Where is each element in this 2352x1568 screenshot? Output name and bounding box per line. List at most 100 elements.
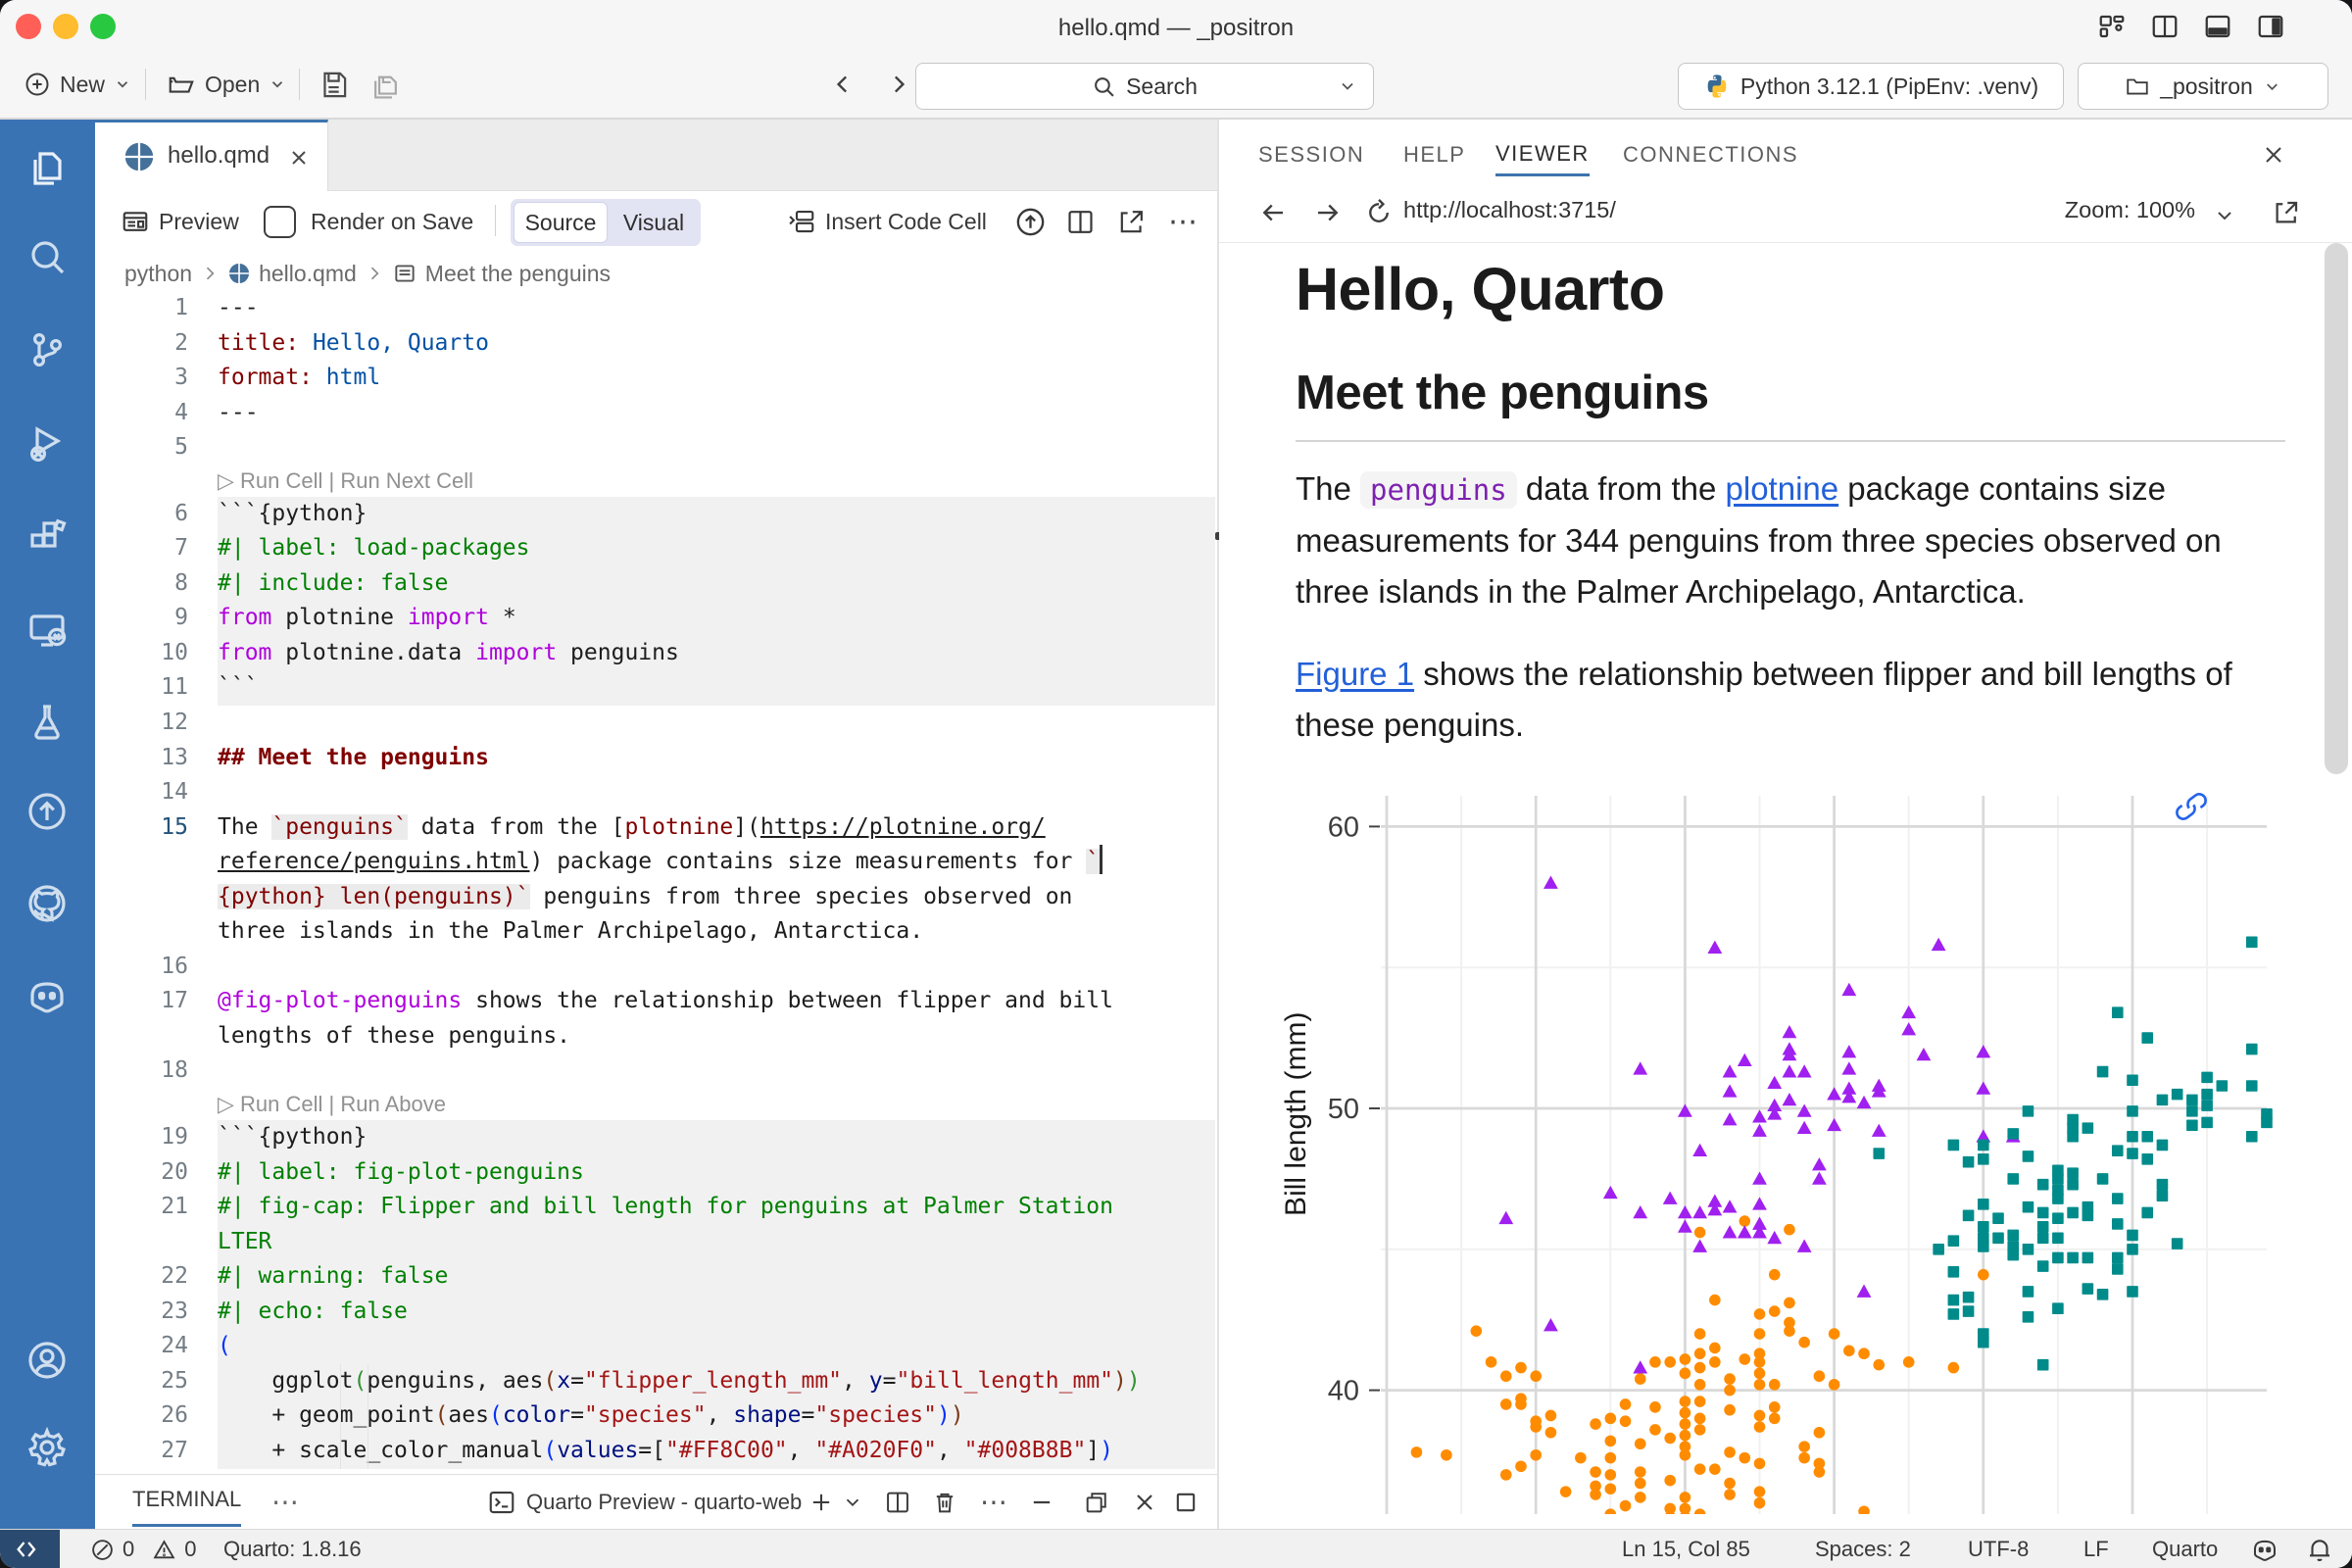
- point: [1530, 1449, 1542, 1461]
- quarto-version-status[interactable]: Quarto: 1.8.16: [223, 1530, 362, 1568]
- point: [1649, 1356, 1661, 1368]
- zoom-chevron-icon[interactable]: [2213, 204, 2236, 227]
- cell-run-decoration[interactable]: ▷ Run Cell | Run Next Cell: [95, 466, 1217, 497]
- open-button[interactable]: Open: [167, 59, 286, 110]
- notifications-bell-icon[interactable]: [2305, 1530, 2334, 1568]
- problems-status[interactable]: 0 0: [90, 1530, 197, 1568]
- extensions-icon[interactable]: [24, 514, 71, 561]
- point: [2112, 1145, 2124, 1156]
- testing-icon[interactable]: [24, 698, 71, 745]
- insert-code-cell-button[interactable]: Insert Code Cell: [787, 197, 987, 246]
- kill-terminal-icon[interactable]: [931, 1475, 958, 1529]
- point: [1678, 1219, 1692, 1232]
- terminal-session[interactable]: Quarto Preview - quarto-web: [487, 1475, 802, 1529]
- terminal-icon: [487, 1488, 516, 1517]
- terminal-more-actions-icon[interactable]: ⋯: [980, 1475, 1007, 1529]
- viewer-navigation-bar: http://localhost:3715/ Zoom: 100%: [1219, 182, 2352, 243]
- remote-indicator[interactable]: [0, 1530, 60, 1568]
- github-icon[interactable]: [24, 880, 71, 927]
- split-editor-icon[interactable]: [1065, 197, 1096, 246]
- viewer-back-icon[interactable]: [1258, 198, 1288, 227]
- viewer-zoom-label[interactable]: Zoom: 100%: [2065, 197, 2195, 223]
- save-icon[interactable]: [318, 59, 349, 110]
- cell-run-decoration[interactable]: ▷ Run Cell | Run Above: [95, 1089, 1217, 1120]
- point: [1903, 1356, 1915, 1368]
- viewer-scrollbar[interactable]: [2325, 243, 2348, 774]
- customize-layout-icon[interactable]: [2097, 12, 2127, 41]
- interpreter-selector-button[interactable]: Python 3.12.1 (PipEnv: .venv): [1678, 63, 2064, 110]
- run-debug-icon[interactable]: [24, 419, 71, 466]
- account-icon[interactable]: [24, 1337, 71, 1384]
- code-line: 2title: Hello, Quarto: [95, 326, 1217, 362]
- open-in-browser-icon[interactable]: [2272, 198, 2301, 227]
- point: [2246, 1131, 2258, 1143]
- navigate-back-icon[interactable]: [831, 59, 857, 110]
- toggle-panel-icon[interactable]: [2203, 12, 2232, 41]
- search-icon[interactable]: [24, 233, 71, 280]
- open-in-new-window-icon[interactable]: [1116, 197, 1147, 246]
- preview-button[interactable]: Preview: [121, 197, 239, 246]
- encoding-status[interactable]: UTF-8: [1968, 1530, 2029, 1568]
- point: [1605, 1436, 1617, 1447]
- minimize-panel-icon[interactable]: [1028, 1475, 1055, 1529]
- render-on-save-checkbox[interactable]: Render on Save: [264, 197, 473, 246]
- maximize-panel-icon[interactable]: [1172, 1475, 1200, 1529]
- global-search-box[interactable]: Search: [915, 63, 1374, 110]
- inline-code: penguins: [1360, 471, 1517, 509]
- viewer-reload-icon[interactable]: [1364, 198, 1394, 227]
- terminal-tab[interactable]: TERMINAL: [132, 1475, 241, 1527]
- editor-more-actions-icon[interactable]: ⋯: [1168, 197, 1199, 246]
- visual-mode-button[interactable]: Visual: [611, 202, 697, 243]
- explorer-icon[interactable]: [24, 143, 71, 190]
- python-logo-icon: [1703, 73, 1731, 100]
- terminal-more-tabs-icon[interactable]: ⋯: [271, 1475, 299, 1529]
- restore-panel-icon[interactable]: [1083, 1475, 1110, 1529]
- breadcrumb-file[interactable]: hello.qmd: [259, 261, 357, 287]
- viewer-forward-icon[interactable]: [1313, 198, 1343, 227]
- split-terminal-icon[interactable]: [884, 1475, 911, 1529]
- run-document-icon[interactable]: [1014, 197, 1047, 246]
- point: [2052, 1173, 2064, 1185]
- navigate-forward-icon[interactable]: [885, 59, 910, 110]
- source-control-icon[interactable]: [24, 326, 71, 373]
- tab-session[interactable]: SESSION: [1258, 133, 1364, 176]
- split-editor-icon[interactable]: [2150, 12, 2180, 41]
- point: [1590, 1418, 1601, 1430]
- point: [2172, 1089, 2183, 1101]
- publish-icon[interactable]: [24, 788, 71, 835]
- remote-explorer-icon[interactable]: [24, 607, 71, 654]
- settings-icon[interactable]: [24, 1424, 71, 1471]
- tab-hello-qmd[interactable]: hello.qmd: [95, 120, 328, 191]
- doc-link[interactable]: plotnine: [1726, 470, 1839, 507]
- code-line: lengths of these penguins.: [95, 1019, 1217, 1054]
- workspace-selector-button[interactable]: _positron: [2078, 63, 2328, 110]
- terminal-dropdown-chevron-icon[interactable]: [842, 1475, 863, 1529]
- breadcrumb-folder[interactable]: python: [124, 261, 192, 287]
- close-panel-icon[interactable]: [1131, 1475, 1158, 1529]
- point: [1858, 1505, 1870, 1514]
- save-all-icon[interactable]: [370, 59, 401, 110]
- code-line: 27 + scale_color_manual(values=["#FF8C00…: [95, 1434, 1217, 1469]
- source-mode-button[interactable]: Source: [514, 202, 608, 243]
- new-button[interactable]: New: [24, 59, 131, 110]
- code-editor[interactable]: 1---2title: Hello, Quarto3format: html4-…: [95, 291, 1217, 1474]
- point: [1649, 1424, 1661, 1436]
- cursor-position-status[interactable]: Ln 15, Col 85: [1622, 1530, 1750, 1568]
- copilot-status-icon[interactable]: [2250, 1530, 2279, 1568]
- code-line: 5: [95, 430, 1217, 466]
- close-panel-icon[interactable]: [2260, 141, 2287, 169]
- language-mode-status[interactable]: Quarto: [2152, 1530, 2218, 1568]
- copilot-icon[interactable]: [24, 972, 71, 1019]
- toggle-secondary-sidebar-icon[interactable]: [2256, 12, 2285, 41]
- close-tab-icon[interactable]: [287, 146, 311, 170]
- point: [1723, 1200, 1738, 1212]
- viewer-url[interactable]: http://localhost:3715/: [1403, 197, 1616, 223]
- tab-help[interactable]: HELP: [1403, 133, 1465, 176]
- tab-viewer[interactable]: VIEWER: [1495, 133, 1590, 176]
- new-terminal-icon[interactable]: [808, 1475, 835, 1529]
- tab-connections[interactable]: CONNECTIONS: [1623, 133, 1798, 176]
- eol-status[interactable]: LF: [2083, 1530, 2109, 1568]
- doc-link[interactable]: Figure 1: [1296, 656, 1414, 692]
- indentation-status[interactable]: Spaces: 2: [1815, 1530, 1911, 1568]
- breadcrumb-section[interactable]: Meet the penguins: [425, 261, 611, 287]
